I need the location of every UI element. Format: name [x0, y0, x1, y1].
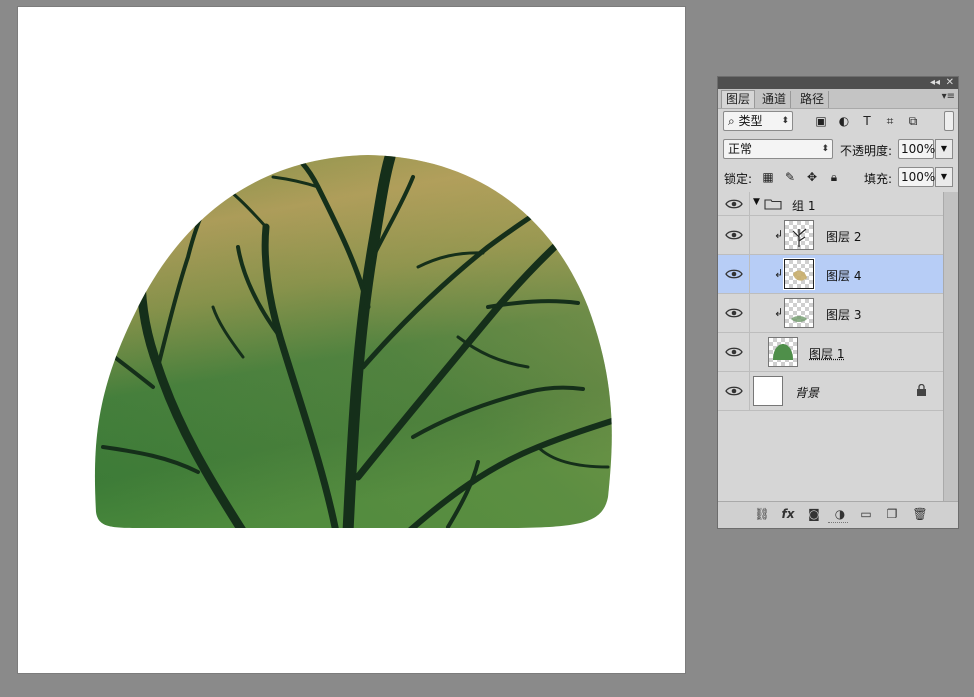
clipping-mask-icon: ↲ [774, 267, 784, 280]
filter-kind-value: 类型 [738, 114, 763, 128]
layer-thumbnail [784, 298, 814, 328]
lock-transparency-icon[interactable]: ▦ [761, 170, 775, 184]
layer-row-layer-2[interactable]: ↲ 图层 2 [718, 216, 944, 255]
panel-tabs: 图层 通道 路径 ▾≡ [718, 89, 958, 109]
lock-position-icon[interactable]: ✥ [805, 170, 819, 184]
blend-mode-select[interactable]: 正常 ⬍ [723, 139, 833, 159]
fx-icon[interactable]: fx [780, 506, 796, 522]
document-canvas[interactable] [18, 7, 685, 673]
tab-paths[interactable]: 路径 [796, 91, 830, 108]
filter-kind-select[interactable]: ⌕ 类型 ⬍ [723, 111, 793, 131]
green-strokes-thumbnail-icon [791, 316, 807, 322]
panel-bottom-toolbar: ⛓ fx ◙ ◑ ▭ ❐ 🗑︎ [718, 501, 958, 528]
layer-thumbnail [753, 376, 783, 406]
panel-menu-icon[interactable]: ▾≡ [942, 91, 955, 102]
layer-name: 图层 3 [826, 308, 862, 322]
layers-panel: ◂◂ ✕ 图层 通道 路径 ▾≡ ⌕ 类型 ⬍ ▣ ◐ T ⌗ ⧉ 正常 ⬍ 不… [717, 76, 959, 529]
eye-icon[interactable] [725, 229, 743, 241]
tree-bush-artwork [94, 155, 612, 528]
ochre-strokes-thumbnail-icon [793, 270, 807, 281]
spinner-icon: ⬍ [821, 144, 829, 154]
layer-name: 图层 4 [826, 269, 862, 283]
bush-thumbnail-icon [773, 344, 793, 360]
adjustment-filter-icon[interactable]: ◐ [837, 114, 851, 128]
layer-name: 背景 [795, 386, 820, 400]
fill-field[interactable]: 100% [898, 167, 936, 187]
layer-row-layer-3[interactable]: ↲ 图层 3 [718, 294, 944, 333]
layer-row-layer-4[interactable]: ↲ 图层 4 [718, 255, 944, 294]
eye-icon[interactable] [725, 268, 743, 280]
layer-name: 图层 1 [809, 347, 845, 361]
clipping-mask-icon: ↲ [774, 306, 784, 319]
layer-row-layer-1[interactable]: 图层 1 [718, 333, 944, 372]
lock-icon [917, 384, 926, 396]
opacity-field[interactable]: 100% [898, 139, 936, 159]
layer-name: 组 1 [792, 199, 816, 213]
tab-channels[interactable]: 通道 [758, 91, 792, 108]
delete-layer-icon[interactable]: 🗑︎ [912, 506, 928, 522]
fill-value: 100% [901, 170, 936, 184]
blend-mode-value: 正常 [728, 142, 753, 156]
close-icon[interactable]: ✕ [946, 77, 954, 89]
search-icon: ⌕ [728, 114, 739, 128]
layer-row-background[interactable]: 背景 [718, 372, 944, 411]
fill-dropdown-button[interactable]: ▼ [935, 167, 953, 187]
layer-name: 图层 2 [826, 230, 862, 244]
opacity-dropdown-button[interactable]: ▼ [935, 139, 953, 159]
eye-icon[interactable] [725, 307, 743, 319]
opacity-value: 100% [901, 142, 936, 156]
lock-all-icon[interactable]: 🔒︎ [827, 170, 841, 184]
folder-icon [764, 199, 782, 210]
layer-list: ▼ 组 1 ↲ 图层 2 ↲ 图层 4 ↲ 图层 3 图层 1 背景 [718, 192, 944, 502]
layer-row-group-1[interactable]: ▼ 组 1 [718, 192, 944, 216]
adjustment-layer-icon[interactable]: ◑ [832, 506, 848, 522]
eye-icon[interactable] [725, 198, 743, 210]
layer-list-scrollbar[interactable] [943, 192, 958, 502]
layer-thumbnail [768, 337, 798, 367]
layer-thumbnail [783, 258, 815, 290]
opacity-label: 不透明度: [840, 144, 893, 158]
panel-titlebar[interactable]: ◂◂ ✕ [718, 77, 958, 89]
eye-icon[interactable] [725, 385, 743, 397]
eye-icon[interactable] [725, 346, 743, 358]
collapse-icon[interactable]: ◂◂ [930, 77, 940, 89]
pixel-filter-icon[interactable]: ▣ [814, 114, 828, 128]
lock-label: 锁定: [724, 172, 753, 186]
type-filter-icon[interactable]: T [860, 114, 874, 128]
new-layer-icon[interactable]: ❐ [884, 506, 900, 522]
fill-label: 填充: [864, 172, 893, 186]
shape-filter-icon[interactable]: ⌗ [883, 114, 897, 128]
branches-thumbnail-icon [792, 228, 807, 247]
new-group-icon[interactable]: ▭ [858, 506, 874, 522]
expand-arrow-icon[interactable]: ▼ [753, 197, 760, 207]
resize-grip[interactable] [828, 522, 848, 526]
smart-object-filter-icon[interactable]: ⧉ [906, 114, 920, 128]
lock-pixels-icon[interactable]: ✎ [783, 170, 797, 184]
link-layers-icon[interactable]: ⛓ [754, 506, 770, 522]
tab-layers[interactable]: 图层 [721, 90, 756, 108]
clipping-mask-icon: ↲ [774, 228, 784, 241]
layer-thumbnail [784, 220, 814, 250]
add-mask-icon[interactable]: ◙ [806, 506, 822, 522]
filter-toggle[interactable] [944, 111, 954, 131]
spinner-icon: ⬍ [781, 116, 789, 126]
